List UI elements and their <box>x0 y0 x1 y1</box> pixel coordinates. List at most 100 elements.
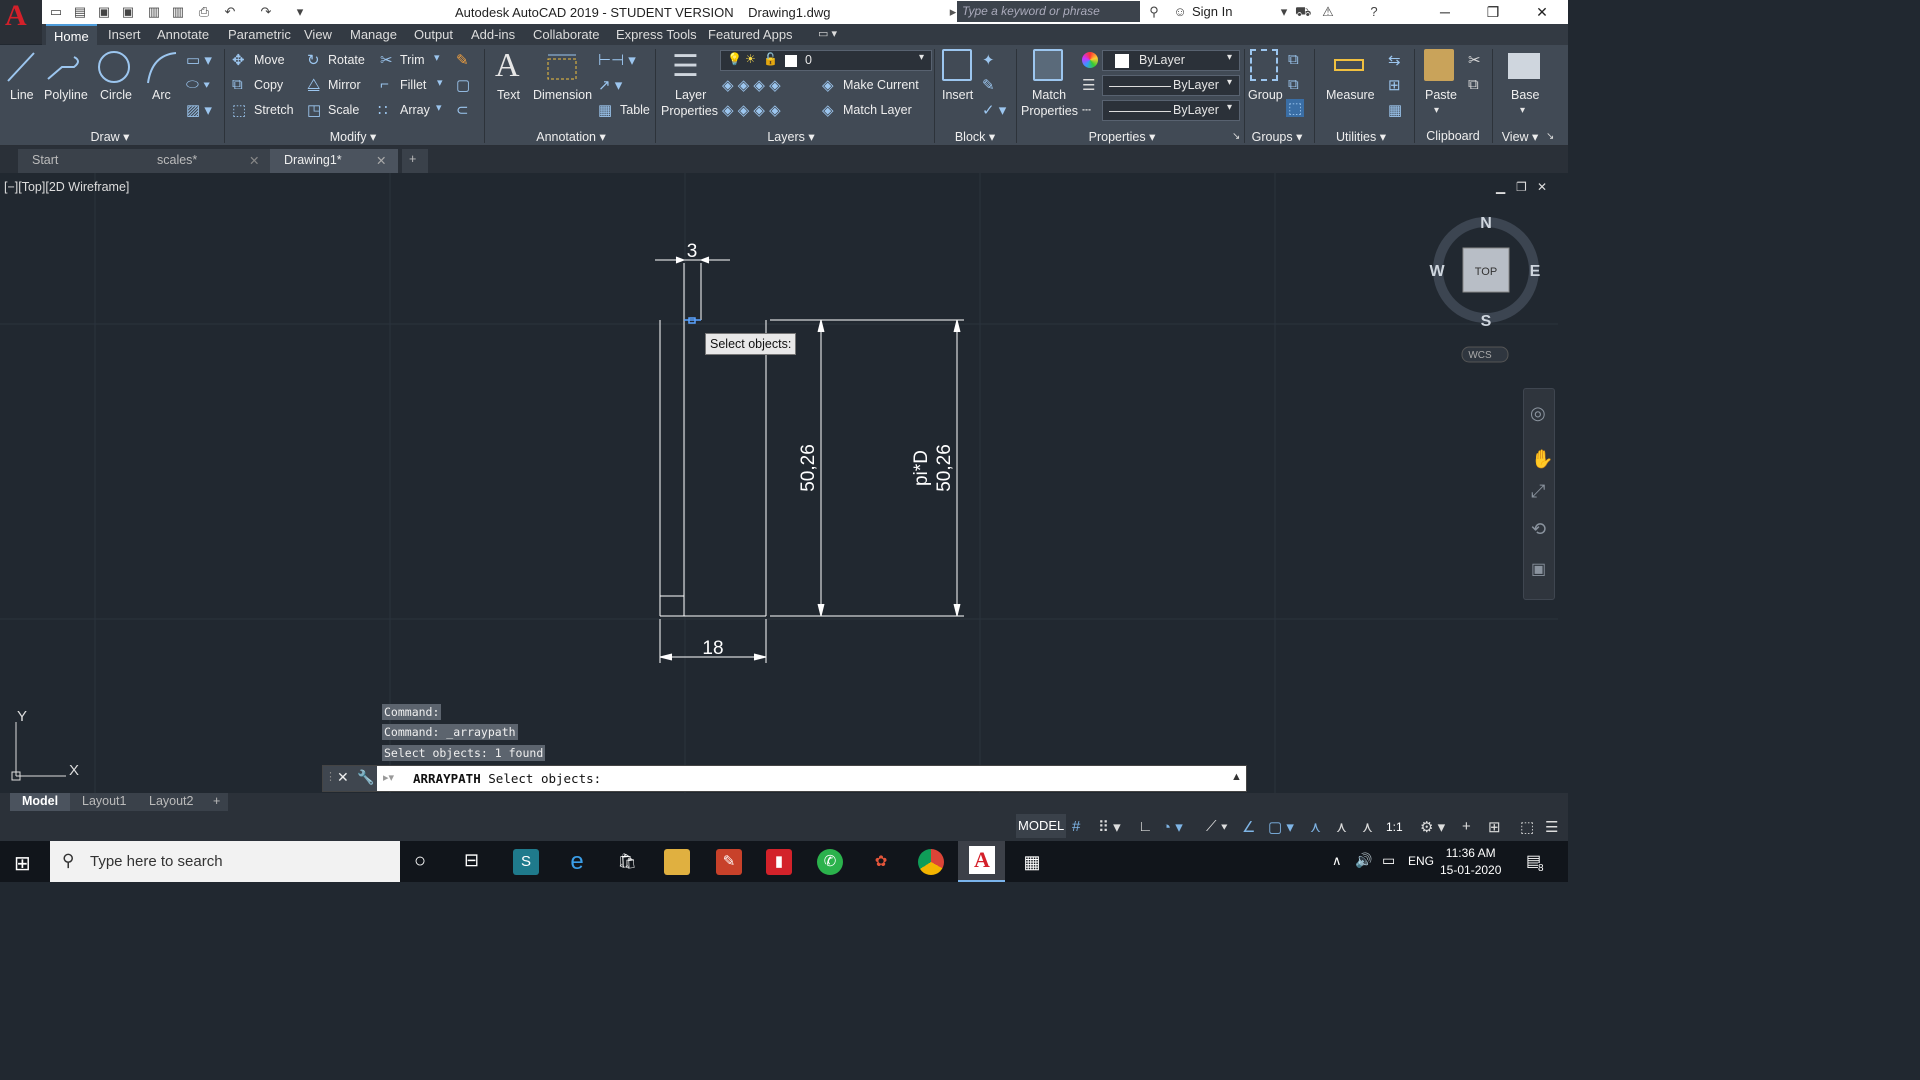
copy-button[interactable]: Copy <box>254 78 283 92</box>
base-dropdown-icon[interactable]: ▾ <box>1520 105 1525 116</box>
file-explorer-icon[interactable] <box>664 849 690 875</box>
layer-properties-button-line1[interactable]: Layer <box>675 88 706 102</box>
redo-icon[interactable]: ↷ <box>258 4 274 20</box>
application-menu-button[interactable]: A <box>0 0 42 44</box>
new-file-icon[interactable]: ▭ <box>48 4 64 20</box>
customize-qat-icon[interactable]: ▾ <box>292 4 308 20</box>
new-layout-icon[interactable]: + <box>205 793 229 811</box>
viewport-controls[interactable]: [−][Top][2D Wireframe] <box>4 180 129 194</box>
sync-app-icon[interactable]: S <box>513 849 539 875</box>
group-button[interactable]: Group <box>1248 88 1283 102</box>
annotation-monitor-icon[interactable]: + <box>1462 818 1471 835</box>
paint-app-icon[interactable]: ✿ <box>868 849 894 875</box>
layer-tools-icon[interactable]: ◈ ◈ ◈ ◈ <box>722 101 781 119</box>
compass-south[interactable]: S <box>1481 313 1492 330</box>
pan-icon[interactable]: ✋ <box>1531 449 1553 470</box>
save-as-icon[interactable]: ▣ <box>120 4 136 20</box>
lineweight-dropdown[interactable]: ByLayer ▾ <box>1102 75 1240 96</box>
open-web-icon[interactable]: ▥ <box>146 4 162 20</box>
clipboard-panel-title[interactable]: Clipboard <box>1418 129 1488 146</box>
move-button[interactable]: Move <box>254 53 285 67</box>
properties-dialog-launcher-icon[interactable]: ↘ <box>1232 131 1240 142</box>
ribbon-options-icon[interactable]: ▭ ▾ <box>818 27 837 40</box>
polyline-button[interactable]: Polyline <box>44 49 88 102</box>
command-line[interactable]: ⋮ ✕ 🔧 ▸▾ ARRAYPATH Select objects: ▲ <box>322 765 1247 792</box>
base-button[interactable]: Base <box>1511 88 1540 102</box>
minimize-icon[interactable]: ─ <box>1425 2 1465 22</box>
sign-in-dropdown-icon[interactable]: ▾ <box>1276 4 1292 20</box>
store-icon[interactable]: 🛍 <box>614 849 640 875</box>
polar-tracking-icon[interactable]: ◔ ▾ <box>1162 818 1183 836</box>
help-icon[interactable]: ? <box>1366 4 1382 20</box>
id-point-icon[interactable]: ⊞ <box>1388 76 1401 94</box>
trim-dropdown-icon[interactable]: ▾ <box>434 51 440 64</box>
line-button[interactable]: Line <box>4 49 38 102</box>
steering-wheel-icon[interactable]: ◎ <box>1530 403 1546 424</box>
paste-dropdown-icon[interactable]: ▾ <box>1434 105 1439 116</box>
viewport-restore-icon[interactable]: ❐ <box>1516 180 1527 194</box>
tab-collaborate[interactable]: Collaborate <box>533 27 600 42</box>
tab-parametric[interactable]: Parametric <box>228 27 291 42</box>
rectangle-icon[interactable]: ▭ ▾ <box>186 51 212 69</box>
utilities-panel-title[interactable]: Utilities ▾ <box>1326 129 1396 146</box>
block-attributes-icon[interactable]: ✓ ▾ <box>982 101 1006 119</box>
viewport-close-icon[interactable]: ✕ <box>1537 180 1547 194</box>
taskbar-clock[interactable]: 11:36 AM 15-01-2020 <box>1440 845 1501 879</box>
volume-icon[interactable]: 🔊 <box>1355 852 1372 869</box>
tab-add-ins[interactable]: Add-ins <box>471 27 515 42</box>
whatsapp-icon[interactable]: ✆ <box>817 849 843 875</box>
table-button[interactable]: Table <box>620 103 650 117</box>
language-indicator[interactable]: ENG <box>1408 854 1434 868</box>
exchange-icon[interactable]: ⚠ <box>1320 4 1336 20</box>
cortana-icon[interactable]: ○ <box>414 850 426 873</box>
calculator-app-icon[interactable]: ▦ <box>1019 849 1045 875</box>
object-snap-tracking-icon[interactable]: ∠ <box>1242 818 1255 836</box>
annotation-panel-title[interactable]: Annotation ▾ <box>528 129 614 146</box>
linetype-dropdown[interactable]: ByLayer ▾ <box>1102 100 1240 121</box>
color-dropdown[interactable]: ByLayer ▾ <box>1102 50 1240 71</box>
copy-clip-icon[interactable]: ⧉ <box>1468 76 1479 93</box>
tab-annotate[interactable]: Annotate <box>157 27 209 42</box>
units-icon[interactable]: ⊞ <box>1488 818 1501 836</box>
command-history-toggle-icon[interactable]: ▲ <box>1231 771 1242 783</box>
windows-start-icon[interactable]: ⊞ <box>14 851 31 876</box>
modify-panel-title[interactable]: Modify ▾ <box>318 129 388 146</box>
fillet-button[interactable]: Fillet <box>400 78 426 92</box>
close-tab-icon[interactable]: ✕ <box>376 153 386 168</box>
create-block-icon[interactable]: ✦ <box>982 51 995 69</box>
tab-view[interactable]: View <box>304 27 332 42</box>
view-panel-title[interactable]: View ▾ <box>1494 129 1546 146</box>
close-tab-icon[interactable]: ✕ <box>249 153 259 168</box>
recent-commands-icon[interactable]: ▸▾ <box>383 771 394 784</box>
snap-icon[interactable]: ⠿ ▾ <box>1098 818 1121 836</box>
block-panel-title[interactable]: Block ▾ <box>944 129 1006 146</box>
layer-tools-icon[interactable]: ◈ ◈ ◈ ◈ <box>722 76 781 94</box>
offset-icon[interactable]: ⊂ <box>456 101 469 119</box>
annotation-scale-value[interactable]: 1:1 <box>1386 820 1403 834</box>
hatch-icon[interactable]: ▨ ▾ <box>186 101 212 119</box>
pdf-app-icon[interactable]: ✎ <box>716 849 742 875</box>
insert-button[interactable]: Insert <box>942 88 973 102</box>
tab-home[interactable]: Home <box>46 24 97 45</box>
erase-icon[interactable]: ✎ <box>456 51 469 69</box>
undo-icon[interactable]: ↶ <box>222 4 238 20</box>
tab-featured-apps[interactable]: Featured Apps <box>708 27 793 42</box>
cart-icon[interactable]: ⛟ <box>1295 4 1311 20</box>
make-current-button[interactable]: Make Current <box>843 78 919 92</box>
zoom-extents-icon[interactable]: ⤢ <box>1531 481 1545 502</box>
save-web-icon[interactable]: ▥ <box>170 4 186 20</box>
array-dropdown-icon[interactable]: ▾ <box>436 101 442 114</box>
chrome-icon[interactable] <box>918 849 944 875</box>
leader-icon[interactable]: ↗ ▾ <box>598 76 622 94</box>
array-button[interactable]: Array <box>400 103 430 117</box>
ellipse-icon[interactable]: ⬭ ▾ <box>186 76 210 93</box>
linear-dim-icon[interactable]: ⊢⊣ ▾ <box>598 51 636 69</box>
calculator-icon[interactable]: ▦ <box>1388 101 1402 119</box>
match-properties-button-line1[interactable]: Match <box>1032 88 1066 102</box>
object-snap-icon[interactable]: ▢ ▾ <box>1268 818 1294 836</box>
groups-panel-title[interactable]: Groups ▾ <box>1246 129 1308 146</box>
compass-north[interactable]: N <box>1480 215 1492 232</box>
sign-in-link[interactable]: Sign In <box>1192 4 1232 19</box>
plot-icon[interactable]: ⎙ <box>196 4 212 20</box>
edge-browser-icon[interactable]: e <box>564 849 590 875</box>
